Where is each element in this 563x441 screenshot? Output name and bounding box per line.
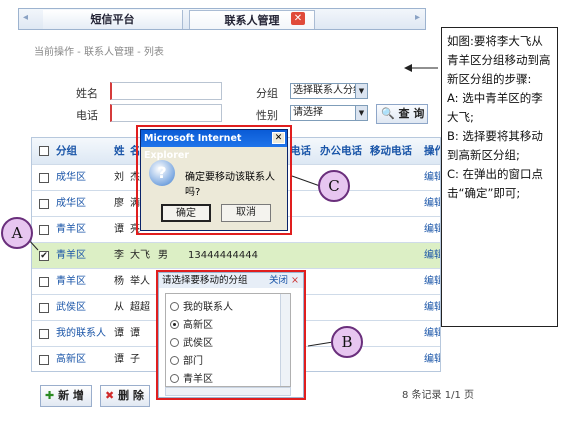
callout-c: C [318,170,350,202]
callout-b: B [331,326,363,358]
note-step-b: B: 选择要将其移动到高新区分组; [447,129,543,162]
instruction-note: 如图:要将李大飞从青羊区分组移动到高新区分组的步骤: A: 选中青羊区的李大飞;… [441,27,558,327]
note-step-a: A: 选中青羊区的李大飞; [447,91,543,124]
callout-b-line [307,341,334,347]
note-intro: 如图:要将李大飞从青羊区分组移动到高新区分组的步骤: [447,34,551,86]
note-step-c: C: 在弹出的窗口点击“确定”即可; [447,167,544,200]
callout-a: A [1,217,33,249]
note-pointer-arrowhead [404,64,412,72]
callout-c-line [291,175,321,187]
